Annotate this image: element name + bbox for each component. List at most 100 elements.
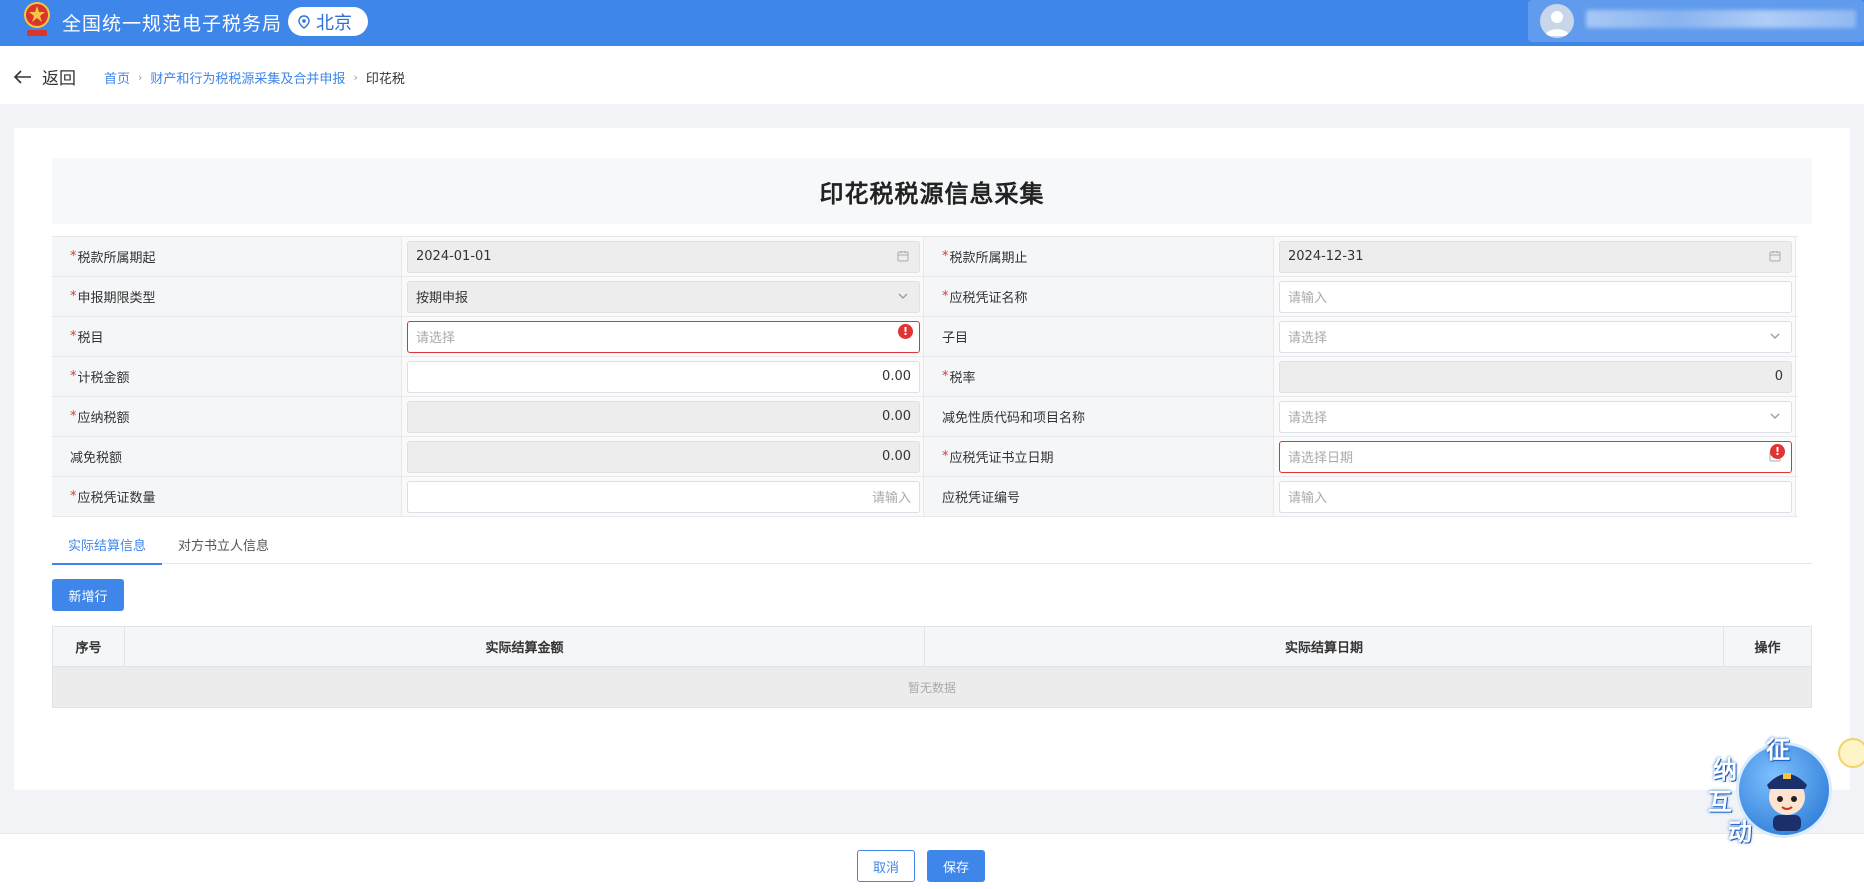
breadcrumb-section[interactable]: 财产和行为税税源采集及合并申报 (150, 68, 345, 87)
field-cell: 按期申报 (402, 277, 924, 316)
field-label-text: 减免税额 (70, 451, 123, 466)
table-empty-message: 暂无数据 (53, 667, 1811, 707)
column-header-date: 实际结算日期 (925, 627, 1724, 666)
field-cell: 请选择 (1274, 317, 1796, 356)
column-header-index: 序号 (53, 627, 125, 666)
form-input[interactable]: 0.00 (407, 360, 920, 393)
field-label: * 申报期限类型 (52, 277, 402, 316)
field-label: 减免性质代码和项目名称 (924, 397, 1274, 436)
field-value: 0.00 (882, 369, 911, 384)
field-cell: 0 (1274, 357, 1796, 396)
required-mark: * (70, 329, 77, 344)
table-header: 序号 实际结算金额 实际结算日期 操作 (53, 627, 1811, 667)
form-row: * 申报期限类型 按期申报 * 应税凭证名称 请输入 (52, 277, 1798, 317)
top-bar: 全国统一规范电子税务局 北京 (0, 0, 1864, 46)
form-row: * 应纳税额 0.00 减免性质代码和项目名称 请选择 (52, 397, 1798, 437)
field-cell: 请输入 (1274, 277, 1796, 316)
region-label: 北京 (316, 12, 352, 34)
field-placeholder: 请输入 (871, 491, 911, 506)
field-label: * 税率 (924, 357, 1274, 396)
field-value: 2024-12-31 (1288, 249, 1364, 264)
field-cell: 请选择日期! (1274, 437, 1796, 476)
field-cell: 0.00 (402, 397, 924, 436)
field-label: * 计税金额 (52, 357, 402, 396)
field-value: 2024-01-01 (416, 249, 492, 264)
field-label-text: 应税凭证编号 (942, 491, 1021, 506)
form-row: * 税款所属期起 2024-01-01 * 税款所属期止 2024-12-31 (52, 237, 1798, 277)
user-menu[interactable] (1528, 0, 1864, 42)
form-input[interactable]: 请选择 (1279, 400, 1792, 433)
field-label-text: 计税金额 (77, 371, 130, 386)
app-title: 全国统一规范电子税务局 (62, 13, 283, 35)
field-label: 应税凭证编号 (924, 477, 1274, 516)
field-label-text: 应纳税额 (77, 411, 130, 426)
form-row: * 应税凭证数量 请输入 应税凭证编号 请输入 (52, 477, 1798, 517)
tab-bar: 实际结算信息 对方书立人信息 (52, 524, 1812, 565)
form-title-band: 印花税税源信息采集 (52, 158, 1812, 224)
field-cell: 0.00 (402, 437, 924, 476)
form-row: 减免税额 0.00 * 应税凭证书立日期 请选择日期! (52, 437, 1798, 477)
arrow-left-icon (14, 69, 31, 84)
field-label-text: 税率 (949, 371, 976, 386)
form-input[interactable]: 请选择 (1279, 320, 1792, 353)
breadcrumb-current: 印花税 (365, 72, 405, 87)
field-label-text: 税款所属期起 (77, 251, 156, 266)
required-mark: * (942, 289, 949, 304)
required-mark: * (70, 489, 77, 504)
form-input[interactable]: 请输入 (407, 480, 920, 513)
form-input: 2024-12-31 (1279, 240, 1792, 273)
field-placeholder: 请输入 (1288, 491, 1328, 506)
form-row: * 计税金额 0.00 * 税率 0 (52, 357, 1798, 397)
field-label: * 税款所属期起 (52, 237, 402, 276)
back-button[interactable]: 返回 (14, 64, 76, 89)
form-input[interactable]: 请选择日期! (1279, 440, 1792, 473)
field-value: 0.00 (882, 449, 911, 464)
form-row: * 税目 请选择! 子目 请选择 (52, 317, 1798, 357)
field-label-text: 子目 (942, 331, 969, 346)
field-placeholder: 请选择 (1288, 411, 1328, 426)
cancel-button[interactable]: 取消 (857, 850, 915, 882)
breadcrumb-bar: 返回 首页 › 财产和行为税税源采集及合并申报 › 印花税 (0, 46, 1864, 104)
user-name-redacted (1586, 10, 1856, 28)
calendar-icon (897, 250, 909, 266)
field-value: 0 (1774, 369, 1783, 384)
field-cell: 请选择 (1274, 397, 1796, 436)
form-input[interactable]: 请选择! (407, 320, 920, 353)
field-label: * 应税凭证名称 (924, 277, 1274, 316)
tax-emblem-icon (20, 0, 54, 40)
field-label: 子目 (924, 317, 1274, 356)
calendar-icon (1769, 250, 1781, 266)
form-input[interactable]: 请输入 (1279, 480, 1792, 513)
form-input: 0.00 (407, 440, 920, 473)
field-label: 减免税额 (52, 437, 402, 476)
region-selector[interactable]: 北京 (288, 7, 368, 36)
column-header-actions: 操作 (1754, 641, 1781, 656)
breadcrumb-home[interactable]: 首页 (104, 68, 130, 87)
field-placeholder: 请选择 (1288, 331, 1328, 346)
field-label-text: 税款所属期止 (949, 251, 1028, 266)
field-cell: 请输入 (1274, 477, 1796, 516)
field-label: * 税款所属期止 (924, 237, 1274, 276)
assistant-widget[interactable]: 征 纳 互 动 (1706, 728, 1832, 848)
location-pin-icon (298, 14, 310, 29)
field-label: * 应税凭证数量 (52, 477, 402, 516)
required-mark: * (942, 449, 949, 464)
settlement-table: 序号 实际结算金额 实际结算日期 操作 暂无数据 (52, 626, 1812, 708)
save-button[interactable]: 保存 (927, 850, 985, 882)
chevron-right-icon: › (138, 71, 143, 84)
field-label: * 应税凭证书立日期 (924, 437, 1274, 476)
form-input[interactable]: 请输入 (1279, 280, 1792, 313)
tab-counterparty-info[interactable]: 对方书立人信息 (162, 524, 285, 564)
assistant-char-1: 征 (1766, 736, 1790, 764)
error-icon: ! (1770, 443, 1785, 459)
chevron-down-icon (1769, 410, 1781, 426)
add-row-button[interactable]: 新增行 (52, 579, 124, 611)
tab-settlement-info[interactable]: 实际结算信息 (52, 524, 163, 565)
back-label: 返回 (42, 69, 76, 89)
chevron-right-icon: › (353, 71, 358, 84)
assistant-char-4: 动 (1728, 818, 1752, 846)
chat-bubble-icon[interactable] (1838, 738, 1864, 768)
form-input: 0 (1279, 360, 1792, 393)
field-value: 按期申报 (416, 291, 469, 306)
avatar (1540, 4, 1574, 38)
